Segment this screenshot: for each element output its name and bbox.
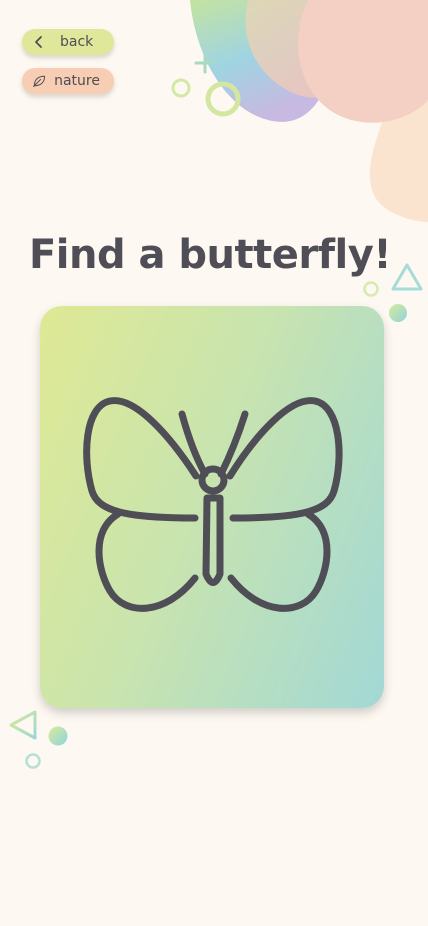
leaf-icon [33, 75, 46, 87]
category-label: nature [54, 73, 100, 89]
decorative-triangle-outline [391, 263, 423, 291]
decorative-dot [389, 304, 407, 322]
decorative-ring-tiny [363, 281, 379, 297]
decorative-ring-large [205, 81, 241, 117]
page-title: Find a butterfly! [28, 232, 392, 278]
butterfly-icon [83, 397, 343, 612]
decorative-plus [194, 52, 216, 74]
decorative-dot-left [48, 726, 68, 746]
category-button[interactable]: nature [22, 68, 114, 94]
chevron-left-icon [35, 36, 42, 48]
decorative-ring-small [171, 78, 191, 98]
decorative-ring-left [25, 753, 41, 769]
back-button[interactable]: back [22, 29, 114, 55]
back-label: back [60, 34, 94, 50]
decorative-triangle-left [9, 710, 37, 740]
butterfly-card[interactable] [40, 306, 384, 708]
decorative-blobs [188, 0, 428, 240]
